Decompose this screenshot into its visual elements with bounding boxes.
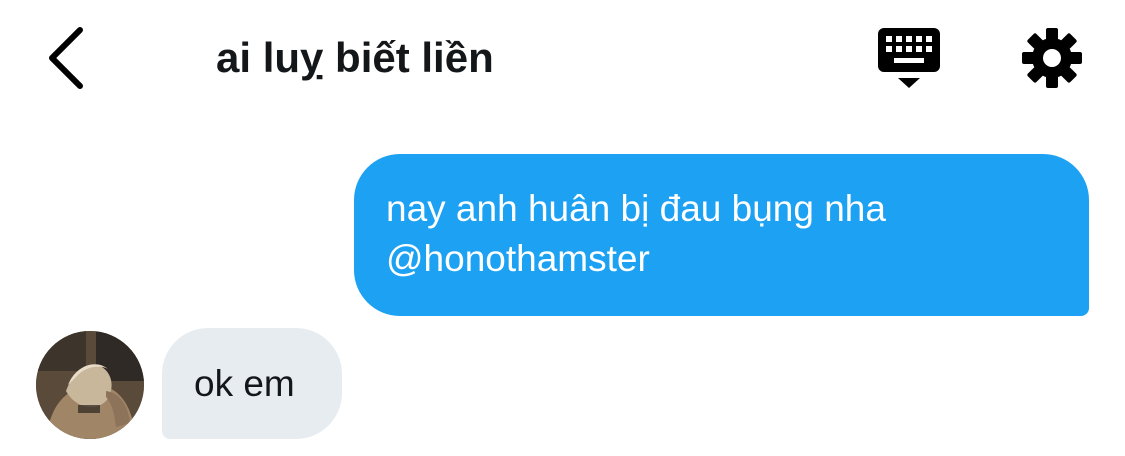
sender-avatar[interactable]	[36, 331, 144, 439]
message-mention[interactable]: @honothamster	[386, 234, 1059, 284]
back-button[interactable]	[40, 26, 92, 90]
chevron-left-icon	[49, 27, 83, 89]
gear-icon	[1022, 28, 1082, 88]
avatar-photo	[36, 331, 144, 439]
message-text-line: nay anh huân bị đau bụng nha	[386, 188, 886, 229]
incoming-message-bubble[interactable]: ok em	[162, 328, 342, 439]
conversation-title: ai luỵ biết liền	[216, 34, 494, 81]
keyboard-hide-icon	[878, 28, 940, 88]
settings-button[interactable]	[1020, 26, 1086, 90]
outgoing-message-bubble[interactable]: nay anh huân bị đau bụng nha @honothamst…	[354, 154, 1089, 316]
keyboard-toggle-button[interactable]	[876, 26, 942, 92]
conversation-header: ai luỵ biết liền	[0, 0, 1125, 120]
message-text: ok em	[194, 363, 295, 404]
